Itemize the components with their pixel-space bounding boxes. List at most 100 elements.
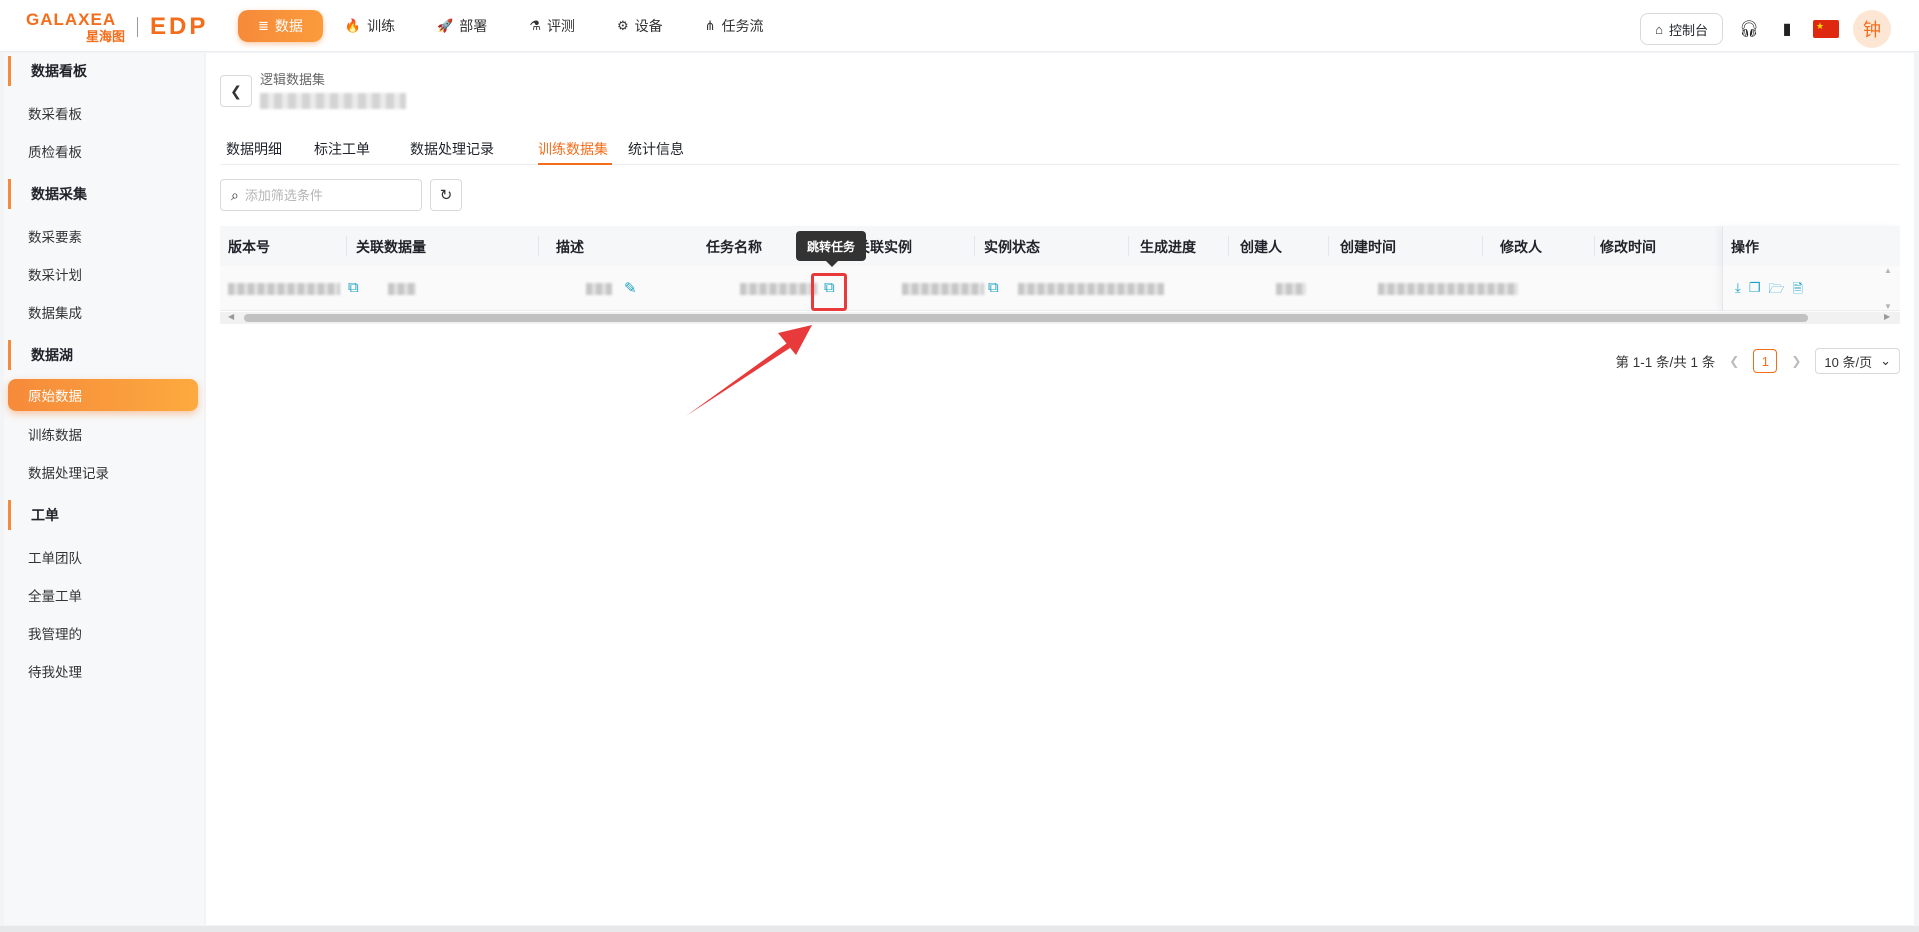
scroll-right-icon[interactable]: ▶ bbox=[1884, 312, 1890, 321]
chevron-right-icon[interactable]: ❯ bbox=[1791, 354, 1801, 368]
galaxea-edp-logo[interactable]: GALAXEA 星海图 EDP bbox=[26, 10, 210, 44]
sidebar-item-workorder-team[interactable]: 工单团队 bbox=[28, 547, 82, 567]
table-header: 版本号 关联数据量 描述 任务名称 关联实例 实例状态 生成进度 创建人 创建时… bbox=[220, 226, 1900, 266]
column-header-modifier: 修改人 bbox=[1500, 239, 1542, 255]
window-bottom-edge bbox=[0, 926, 1919, 932]
data-count-redacted bbox=[388, 283, 416, 295]
download-icon[interactable]: ⤓ bbox=[1735, 280, 1741, 302]
nav-item-evaluation[interactable]: ⚗ 评测 bbox=[509, 10, 595, 42]
filter-input[interactable] bbox=[244, 187, 405, 203]
sidebar-item-collection-plan[interactable]: 数采计划 bbox=[28, 264, 82, 284]
vertical-scrollbar[interactable]: ▲ ▼ bbox=[1882, 266, 1894, 311]
nav-item-deploy[interactable]: 🚀 部署 bbox=[417, 10, 507, 42]
sidebar-group-collection: 数据采集 bbox=[8, 179, 204, 209]
column-divider bbox=[538, 236, 539, 256]
scroll-down-icon[interactable]: ▼ bbox=[1884, 302, 1892, 311]
external-link-icon[interactable]: ⧉ bbox=[988, 279, 999, 296]
column-header-creator: 创建人 bbox=[1240, 239, 1282, 255]
horizontal-scrollbar[interactable]: ◀ ▶ bbox=[220, 312, 1900, 324]
active-tab-indicator bbox=[538, 163, 612, 165]
chevron-left-icon: ❮ bbox=[230, 82, 242, 99]
logo-en: GALAXEA bbox=[26, 10, 117, 29]
jump-task-tooltip: 跳转任务 bbox=[796, 231, 866, 267]
sidebar-group-workorders: 工单 bbox=[8, 500, 204, 530]
console-label: 控制台 bbox=[1668, 22, 1708, 38]
back-button[interactable]: ❮ bbox=[220, 75, 252, 107]
sidebar-item-training-data[interactable]: 训练数据 bbox=[28, 424, 82, 444]
column-divider bbox=[1128, 236, 1129, 256]
column-header-modified-time: 修改时间 bbox=[1600, 239, 1656, 255]
sidebar-item-processing-records[interactable]: 数据处理记录 bbox=[28, 462, 109, 482]
china-flag-icon[interactable] bbox=[1813, 20, 1839, 38]
column-divider bbox=[1594, 236, 1595, 256]
horizontal-scroll-thumb[interactable] bbox=[244, 314, 1808, 322]
column-header-version: 版本号 bbox=[228, 239, 270, 255]
headset-icon[interactable]: 🎧︎ bbox=[1737, 17, 1761, 41]
logo-divider bbox=[137, 17, 139, 37]
sidebar-item-managed-by-me[interactable]: 我管理的 bbox=[28, 623, 82, 643]
instance-redacted bbox=[902, 283, 984, 295]
sidebar-item-qc-board[interactable]: 质检看板 bbox=[28, 141, 82, 161]
sidebar-item-raw-data[interactable]: 原始数据 bbox=[8, 379, 198, 411]
document-icon[interactable]: 🗎 bbox=[1793, 280, 1803, 302]
chevron-left-icon[interactable]: ❮ bbox=[1729, 354, 1739, 368]
nav-label: 评测 bbox=[546, 18, 575, 34]
tab-data-details[interactable]: 数据明细 bbox=[226, 139, 282, 159]
column-header-description: 描述 bbox=[556, 239, 584, 255]
column-header-operations: 操作 bbox=[1731, 239, 1759, 255]
workflow-icon: ⋔ bbox=[704, 18, 716, 33]
sidebar-item-all-workorders[interactable]: 全量工单 bbox=[28, 585, 82, 605]
dataset-name-redacted bbox=[260, 93, 406, 109]
sidebar-item-data-integration[interactable]: 数据集成 bbox=[28, 302, 82, 322]
nav-item-workflow[interactable]: ⋔ 任务流 bbox=[685, 10, 784, 42]
refresh-button[interactable]: ↻ bbox=[430, 179, 462, 211]
nav-label: 训练 bbox=[367, 18, 396, 34]
filter-search-box[interactable]: ⌕ bbox=[220, 179, 422, 211]
nav-item-data[interactable]: ≣ 数据 bbox=[238, 10, 323, 42]
page-number-current[interactable]: 1 bbox=[1753, 349, 1778, 373]
flask-icon: ⚗ bbox=[529, 18, 541, 33]
pagination: 第 1-1 条/共 1 条 ❮ 1 ❯ 10 条/页 ⌄ bbox=[1616, 348, 1900, 374]
tab-annotation-orders[interactable]: 标注工单 bbox=[314, 139, 370, 159]
fire-icon: 🔥 bbox=[344, 18, 362, 33]
nav-item-training[interactable]: 🔥 训练 bbox=[325, 10, 415, 42]
nav-label: 部署 bbox=[459, 18, 488, 34]
top-right-tools: ⌂ 控制台 🎧︎ ▮ 钟 bbox=[1640, 10, 1891, 48]
column-header-created-time: 创建时间 bbox=[1340, 239, 1396, 255]
main-panel: ❮ 逻辑数据集 数据明细 标注工单 数据处理记录 训练数据集 统计信息 ⌕ ↻ … bbox=[206, 53, 1914, 925]
tab-processing-records[interactable]: 数据处理记录 bbox=[410, 139, 494, 159]
page-size-select[interactable]: 10 条/页 ⌄ bbox=[1815, 348, 1900, 374]
scroll-left-icon[interactable]: ◀ bbox=[228, 312, 234, 321]
robot-icon: ⚙ bbox=[616, 18, 629, 33]
logo-cn: 星海图 bbox=[86, 29, 126, 44]
nav-item-devices[interactable]: ⚙ 设备 bbox=[597, 10, 683, 42]
copy-icon[interactable]: ❐ bbox=[1749, 280, 1761, 302]
avatar[interactable]: 钟 bbox=[1853, 10, 1891, 48]
folder-icon[interactable]: 🗁 bbox=[1768, 280, 1784, 302]
logo-product: EDP bbox=[150, 13, 209, 40]
nav-label: 任务流 bbox=[721, 18, 764, 34]
sidebar-item-collection-board[interactable]: 数采看板 bbox=[28, 103, 82, 123]
tab-training-datasets[interactable]: 训练数据集 bbox=[538, 139, 608, 159]
column-divider bbox=[1328, 236, 1329, 256]
column-divider bbox=[1482, 236, 1483, 256]
external-link-icon[interactable]: ⧉ bbox=[348, 279, 359, 296]
created-time-redacted bbox=[1378, 283, 1518, 295]
column-header-instance-status: 实例状态 bbox=[984, 239, 1040, 255]
sidebar-item-collection-elements[interactable]: 数采要素 bbox=[28, 226, 82, 246]
sidebar-group-data-lake: 数据湖 bbox=[8, 340, 204, 370]
search-icon: ⌕ bbox=[231, 186, 239, 203]
operations-column: 操作 ⤓ ❐ 🗁 🗎 bbox=[1722, 226, 1900, 311]
sidebar-item-pending-me[interactable]: 待我处理 bbox=[28, 661, 82, 681]
table-row[interactable]: ⧉ ✎ ⧉ ⧉ bbox=[220, 266, 1900, 311]
console-button[interactable]: ⌂ 控制台 bbox=[1640, 13, 1723, 45]
logo-text: GALAXEA 星海图 bbox=[26, 11, 125, 43]
page-size-value: 10 条/页 bbox=[1824, 354, 1873, 370]
edit-pencil-icon[interactable]: ✎ bbox=[624, 279, 637, 297]
book-icon[interactable]: ▮ bbox=[1775, 17, 1799, 41]
description-redacted bbox=[586, 283, 612, 295]
tab-statistics[interactable]: 统计信息 bbox=[628, 139, 684, 159]
tab-bar: 数据明细 标注工单 数据处理记录 训练数据集 统计信息 bbox=[220, 131, 1900, 165]
scroll-up-icon[interactable]: ▲ bbox=[1884, 266, 1892, 275]
column-divider bbox=[346, 236, 347, 256]
